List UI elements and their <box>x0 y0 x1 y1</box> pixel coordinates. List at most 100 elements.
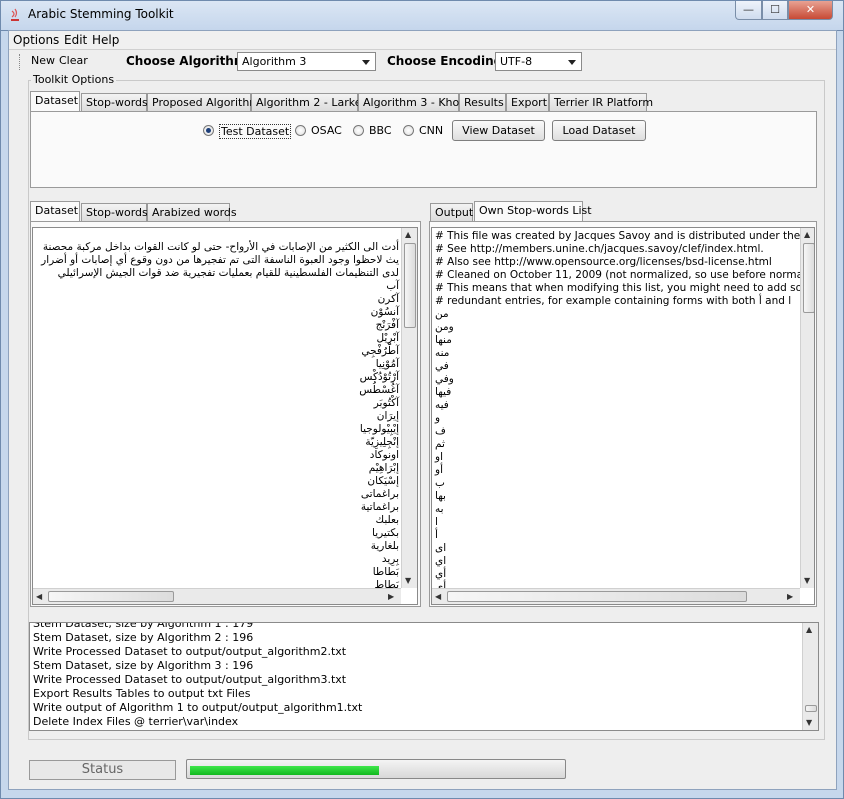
left-line: إبْرَاهِيْم <box>368 462 399 474</box>
label-cnn[interactable]: CNN <box>419 124 443 137</box>
scrollbar-thumb[interactable] <box>48 591 174 602</box>
left-line: بكتيريا <box>372 527 399 539</box>
log-line: Stem Dataset, size by Algorithm 1 : 179 <box>33 622 254 630</box>
log-line: Stem Dataset, size by Algorithm 2 : 196 <box>33 631 254 644</box>
right-line: ب <box>435 477 445 489</box>
left-line: بعلبك <box>375 514 399 526</box>
scroll-up-icon[interactable]: ▲ <box>804 230 810 239</box>
right-line: بها <box>435 490 446 502</box>
right-line: ف <box>435 425 446 437</box>
scroll-down-icon[interactable]: ▼ <box>806 718 812 727</box>
tab-results[interactable]: Results <box>459 93 506 111</box>
log-vertical-scrollbar[interactable]: ▲ ▼ <box>802 623 818 730</box>
scroll-right-icon[interactable]: ▶ <box>388 592 394 601</box>
left-line: إسْيَكان <box>367 475 399 487</box>
dataset-text-area[interactable]: أدت الى الكثير من الإصابات في الأرواح- ح… <box>32 227 418 605</box>
tab-terrier-ir-platform[interactable]: Terrier IR Platform <box>549 93 653 111</box>
radio-test-dataset[interactable] <box>203 125 214 136</box>
clear-button[interactable]: Clear <box>59 54 88 67</box>
right-line: فيه <box>435 399 449 411</box>
toolbar-grip[interactable] <box>19 54 21 70</box>
right-line: # See http://members.unine.ch/jacques.sa… <box>435 243 764 255</box>
window-title: Arabic Stemming Toolkit <box>28 7 174 21</box>
scroll-down-icon[interactable]: ▼ <box>405 576 411 585</box>
label-test-dataset[interactable]: Test Dataset <box>219 124 292 139</box>
log-line: Write Processed Dataset to output/output… <box>33 645 347 658</box>
right-line: # Cleaned on October 11, 2009 (not norma… <box>435 269 815 281</box>
left-vertical-scrollbar[interactable]: ▲ ▼ <box>401 228 417 588</box>
minimize-button[interactable]: — <box>735 1 762 20</box>
right-line: أ <box>435 529 438 541</box>
radio-osac[interactable] <box>295 125 306 136</box>
menu-bar <box>9 31 836 50</box>
scrollbar-thumb[interactable] <box>805 705 817 712</box>
left-horizontal-scrollbar[interactable]: ◀ ▶ <box>33 588 401 604</box>
left-line: بَطاطا <box>372 566 399 578</box>
right-line: منه <box>435 347 450 359</box>
chevron-down-icon <box>568 60 576 65</box>
left-line: آكْتُوبَر <box>373 397 399 409</box>
left-line: إيْبِيْولوجيا <box>359 423 399 435</box>
right-vertical-scrollbar[interactable]: ▲ ▼ <box>800 228 814 588</box>
tab-algorithm-3-khoja[interactable]: Algorithm 3 - Khoja <box>358 93 469 111</box>
left-line: اونوكاد <box>369 449 399 461</box>
right-line: # Also see http://www.opensource.org/lic… <box>435 256 772 268</box>
tab-proposed-algorithm[interactable]: Proposed Algorithm <box>147 93 260 111</box>
right-line: به <box>435 503 444 515</box>
stop-words-lines: # This file was created by Jacques Savoy… <box>435 230 815 594</box>
left-line: بلغارية <box>370 540 399 552</box>
encoding-select[interactable]: UTF-8 <box>495 52 582 71</box>
radio-bbc[interactable] <box>353 125 364 136</box>
load-dataset-button[interactable]: Load Dataset <box>552 120 646 141</box>
scroll-right-icon[interactable]: ▶ <box>787 592 793 601</box>
label-osac[interactable]: OSAC <box>311 124 342 137</box>
algorithm-select[interactable]: Algorithm 3 <box>237 52 376 71</box>
scroll-down-icon[interactable]: ▼ <box>804 576 810 585</box>
maximize-button[interactable]: ☐ <box>762 1 788 20</box>
scroll-up-icon[interactable]: ▲ <box>405 230 411 239</box>
log-lines: Stem Dataset, size by Algorithm 1 : 179 S… <box>33 622 362 729</box>
chevron-down-icon <box>362 60 370 65</box>
java-app-icon <box>11 8 19 21</box>
tab-left-stop-words[interactable]: Stop-words <box>81 203 148 221</box>
scroll-left-icon[interactable]: ◀ <box>435 592 441 601</box>
choose-algorithm-label: Choose Algorithm <box>126 54 247 68</box>
left-line: آكرن <box>377 293 399 305</box>
label-bbc[interactable]: BBC <box>369 124 392 137</box>
right-line: اى <box>435 542 447 554</box>
stop-words-text-area[interactable]: # This file was created by Jacques Savoy… <box>431 227 815 605</box>
tab-output[interactable]: Output <box>430 203 473 221</box>
scroll-up-icon[interactable]: ▲ <box>806 625 812 634</box>
scrollbar-thumb[interactable] <box>404 243 416 328</box>
left-line: بِرِيد <box>381 553 399 565</box>
left-line: آب <box>386 280 399 292</box>
close-button[interactable]: ✕ <box>788 1 833 20</box>
choose-encoding-label: Choose Encoding <box>387 54 503 68</box>
tab-own-stop-words-list[interactable]: Own Stop-words List <box>474 201 592 221</box>
tab-left-dataset[interactable]: Dataset <box>30 201 80 221</box>
tab-dataset[interactable]: Dataset <box>30 91 80 111</box>
menu-edit[interactable]: Edit <box>64 33 87 47</box>
new-button[interactable]: New <box>31 54 55 67</box>
view-dataset-button[interactable]: View Dataset <box>452 120 545 141</box>
right-horizontal-scrollbar[interactable]: ◀ ▶ <box>432 588 800 604</box>
tab-stop-words[interactable]: Stop-words <box>81 93 148 111</box>
scrollbar-thumb[interactable] <box>447 591 747 602</box>
scroll-left-icon[interactable]: ◀ <box>36 592 42 601</box>
menu-options[interactable]: Options <box>13 33 59 47</box>
log-text-area[interactable]: Stem Dataset, size by Algorithm 1 : 179 S… <box>29 622 819 731</box>
left-line: أدت الى الكثير من الإصابات في الأرواح- ح… <box>42 241 399 253</box>
progress-bar <box>186 759 566 779</box>
right-line: او <box>435 451 443 463</box>
scrollbar-thumb[interactable] <box>803 243 814 313</box>
left-line: براغماتية <box>360 501 399 513</box>
right-line: ا <box>435 516 438 528</box>
right-line: # redundant entries, for example contain… <box>435 295 792 307</box>
tab-export[interactable]: Export <box>506 93 549 111</box>
tab-algorithm-2-larkey[interactable]: Algorithm 2 - Larkey <box>251 93 368 111</box>
menu-help[interactable]: Help <box>92 33 119 47</box>
right-line: ثم <box>435 438 445 450</box>
tab-arabized-words[interactable]: Arabized words <box>147 203 237 221</box>
left-line: براغماتى <box>360 488 399 500</box>
radio-cnn[interactable] <box>403 125 414 136</box>
